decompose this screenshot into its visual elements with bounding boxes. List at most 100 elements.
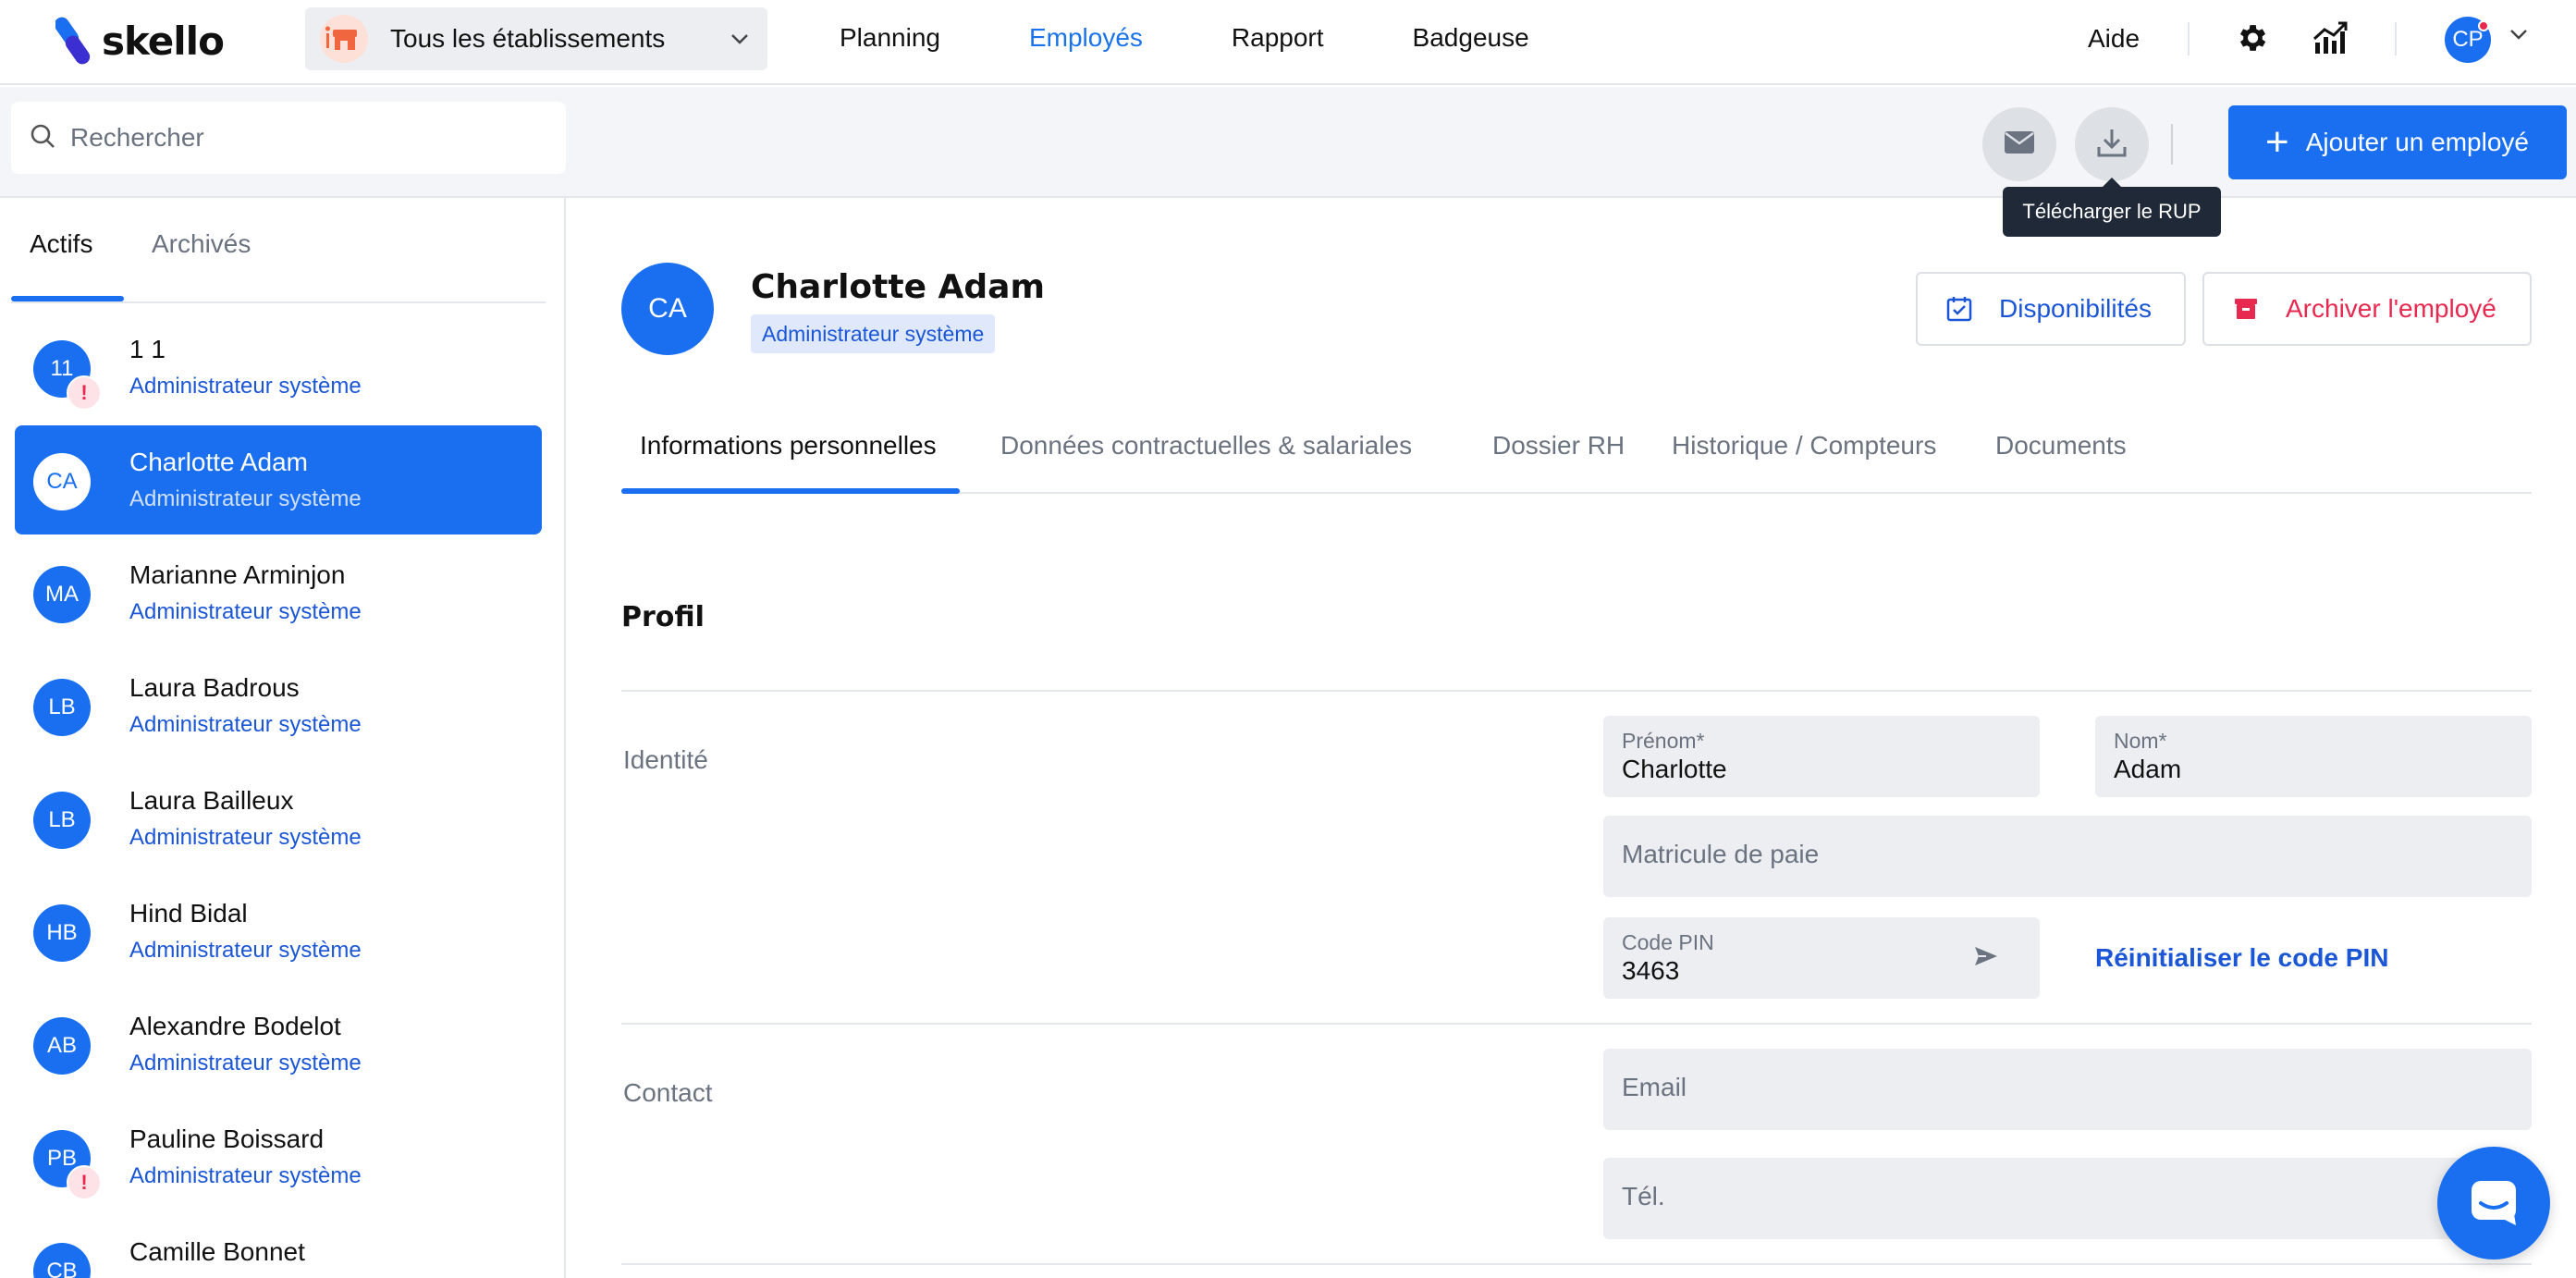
- employee-avatar: AB: [33, 1017, 91, 1075]
- toolbar-divider: [2171, 124, 2173, 165]
- availability-button[interactable]: Disponibilités: [1916, 272, 2186, 346]
- employee-name: Pauline Boissard: [129, 1124, 325, 1153]
- employee-row[interactable]: PB ! Pauline Boissard Administrateur sys…: [15, 1102, 542, 1211]
- notification-dot: [2478, 20, 2489, 31]
- add-employee-button[interactable]: + Ajouter un employé: [2228, 105, 2567, 179]
- profile-role-badge: Administrateur système: [751, 314, 996, 353]
- employee-sidebar: Actifs Archivés 11 ! 1 1 Administrateur …: [0, 198, 566, 1278]
- archive-employee-button[interactable]: Archiver l'employé: [2202, 272, 2532, 346]
- chevron-down-icon[interactable]: [2509, 28, 2528, 44]
- tab-active-employees[interactable]: Actifs: [30, 229, 92, 259]
- employee-avatar: CA: [33, 453, 91, 510]
- send-email-button[interactable]: [1982, 107, 2056, 181]
- nav-badgeuse[interactable]: Badgeuse: [1413, 23, 1529, 53]
- skello-logo[interactable]: skello: [55, 13, 225, 68]
- email-placeholder: Email: [1622, 1073, 1687, 1101]
- employee-role: Administrateur système: [129, 938, 362, 963]
- employee-row[interactable]: AB Alexandre Bodelot Administrateur syst…: [15, 989, 542, 1099]
- section-divider: [621, 1023, 2532, 1025]
- employee-name: 1 1: [129, 335, 166, 363]
- send-icon[interactable]: [1973, 943, 1999, 974]
- employee-role: Administrateur système: [129, 599, 362, 624]
- employee-name: Charlotte Adam: [129, 448, 308, 476]
- gear-icon[interactable]: [2234, 20, 2269, 60]
- employee-avatar: MA: [33, 566, 91, 623]
- employee-row[interactable]: 11 ! 1 1 Administrateur système: [15, 313, 542, 422]
- search-icon: [30, 123, 55, 154]
- employee-role: Administrateur système: [129, 486, 362, 511]
- availability-label: Disponibilités: [1999, 294, 2152, 323]
- first-name-field[interactable]: Prénom* Charlotte: [1603, 716, 2040, 797]
- employee-name: Laura Bailleux: [129, 786, 294, 815]
- main-nav: Planning Employés Rapport Badgeuse: [840, 0, 1618, 76]
- top-navigation-bar: skello Tous les établissements Planning …: [0, 0, 2576, 85]
- pin-code-label: Code PIN: [1622, 930, 1714, 954]
- download-rup-button[interactable]: [2075, 107, 2149, 181]
- nav-planning[interactable]: Planning: [840, 23, 940, 53]
- tab-history-counters[interactable]: Historique / Compteurs: [1672, 431, 1936, 461]
- employee-avatar: HB: [33, 904, 91, 962]
- establishment-label: Tous les établissements: [390, 24, 666, 53]
- nav-report[interactable]: Rapport: [1232, 23, 1324, 53]
- search-box[interactable]: [11, 102, 566, 174]
- employee-row[interactable]: CB Camille Bonnet Administrateur système: [15, 1215, 542, 1278]
- employee-role: Administrateur système: [129, 825, 362, 850]
- chat-support-button[interactable]: [2437, 1147, 2550, 1260]
- establishment-selector[interactable]: Tous les établissements: [305, 7, 767, 70]
- profile-tabs: Informations personnelles Données contra…: [621, 429, 2532, 494]
- employee-row[interactable]: MA Marianne Arminjon Administrateur syst…: [15, 538, 542, 647]
- email-field[interactable]: Email: [1603, 1049, 2532, 1130]
- last-name-field[interactable]: Nom* Adam: [2095, 716, 2532, 797]
- employee-role: Administrateur système: [129, 1051, 362, 1075]
- pin-code-value: 3463: [1622, 956, 1680, 985]
- nav-employees[interactable]: Employés: [1029, 23, 1143, 53]
- profile-avatar: CA: [621, 263, 714, 355]
- store-icon: [320, 15, 368, 63]
- payroll-number-field[interactable]: Matricule de paie: [1603, 816, 2532, 897]
- phone-field[interactable]: Tél.: [1603, 1158, 2532, 1239]
- employee-role: Administrateur système: [129, 374, 362, 399]
- employee-role: Administrateur système: [129, 712, 362, 737]
- reset-pin-link[interactable]: Réinitialiser le code PIN: [2095, 943, 2388, 973]
- tab-hr-file[interactable]: Dossier RH: [1492, 431, 1625, 461]
- employee-name: Laura Badrous: [129, 673, 300, 702]
- employee-row[interactable]: LB Laura Badrous Administrateur système: [15, 651, 542, 760]
- pin-code-field[interactable]: Code PIN 3463: [1603, 917, 2040, 999]
- last-name-label: Nom*: [2114, 729, 2167, 753]
- payroll-number-placeholder: Matricule de paie: [1622, 840, 1820, 868]
- employee-detail: CA Charlotte Adam Administrateur système…: [568, 198, 2576, 1278]
- archive-label: Archiver l'employé: [2286, 294, 2496, 323]
- help-link[interactable]: Aide: [2088, 24, 2140, 54]
- logo-text: skello: [102, 18, 225, 64]
- profile-name: Charlotte Adam: [751, 268, 1045, 306]
- nav-divider: [2188, 22, 2190, 55]
- employee-avatar: LB: [33, 792, 91, 849]
- search-input[interactable]: [70, 123, 533, 153]
- employee-row[interactable]: LB Laura Bailleux Administrateur système: [15, 764, 542, 873]
- tab-personal-info[interactable]: Informations personnelles: [640, 431, 937, 461]
- section-title: Profil: [621, 601, 705, 633]
- contact-label: Contact: [623, 1078, 713, 1107]
- tab-documents[interactable]: Documents: [1995, 431, 2127, 461]
- employee-avatar: LB: [33, 679, 91, 736]
- active-tab-indicator: [11, 296, 124, 301]
- first-name-value: Charlotte: [1622, 755, 1727, 783]
- archive-icon: [2232, 295, 2260, 323]
- analytics-icon[interactable]: [2312, 20, 2349, 60]
- employee-name: Camille Bonnet: [129, 1237, 305, 1266]
- employee-name: Hind Bidal: [129, 899, 248, 928]
- sidebar-tabs: Actifs Archivés: [11, 198, 546, 303]
- skello-logo-icon: [55, 17, 91, 65]
- section-divider: [621, 690, 2532, 692]
- last-name-value: Adam: [2114, 755, 2182, 783]
- employee-role: Administrateur système: [129, 1163, 362, 1188]
- tab-contract-salary[interactable]: Données contractuelles & salariales: [1000, 431, 1412, 461]
- employee-name: Marianne Arminjon: [129, 560, 346, 589]
- nav-divider: [2395, 22, 2397, 55]
- tab-archived-employees[interactable]: Archivés: [152, 229, 251, 259]
- employee-avatar: CB: [33, 1243, 91, 1278]
- employee-row[interactable]: HB Hind Bidal Administrateur système: [15, 877, 542, 986]
- employee-row[interactable]: CA Charlotte Adam Administrateur système: [15, 425, 542, 535]
- employee-name: Alexandre Bodelot: [129, 1012, 341, 1040]
- warning-icon: !: [67, 1165, 102, 1200]
